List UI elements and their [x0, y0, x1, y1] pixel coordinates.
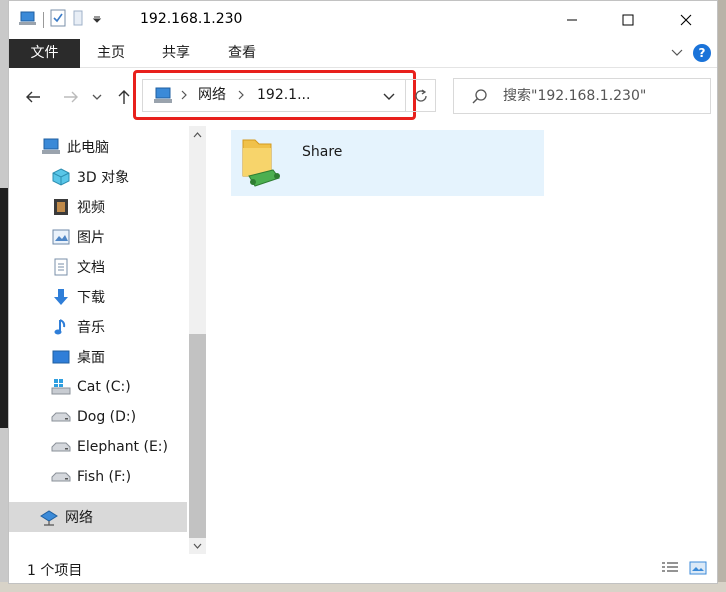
- download-icon: [51, 287, 71, 307]
- navigation-pane: 此电脑 3D 对象 视频 图片 文档 下载 音乐 桌面 Cat (C:) Dog…: [9, 126, 189, 554]
- sidebar-item-label: 桌面: [77, 350, 105, 366]
- explorer-window: 192.168.1.230 文件 主页 共享 查看 ? 网络 192.1... …: [8, 0, 718, 584]
- sidebar-item-downloads[interactable]: 下载: [9, 282, 187, 312]
- sidebar-item-label: 图片: [77, 230, 105, 246]
- up-arrow-icon: [118, 90, 130, 104]
- refresh-icon: [414, 88, 427, 102]
- sidebar-item-drive-d[interactable]: Dog (D:): [9, 402, 187, 432]
- document-icon: [51, 257, 71, 277]
- item-count: 1 个项目: [27, 563, 83, 579]
- scroll-down-arrow-icon[interactable]: [189, 537, 206, 554]
- shared-folder-icon: [239, 136, 285, 194]
- sidebar-item-documents[interactable]: 文档: [9, 252, 187, 282]
- sidebar-item-label: 视频: [77, 200, 105, 216]
- close-icon: [680, 14, 692, 26]
- details-view-icon: [662, 562, 678, 572]
- search-box[interactable]: 搜索"192.168.1.230": [453, 78, 711, 114]
- window-title: 192.168.1.230: [140, 11, 243, 27]
- sidebar-item-pictures[interactable]: 图片: [9, 222, 187, 252]
- sidebar-item-label: Elephant (E:): [77, 439, 168, 455]
- sidebar-item-label: 音乐: [77, 320, 105, 336]
- folder-name: Share: [302, 144, 343, 160]
- tab-file[interactable]: 文件: [9, 39, 80, 68]
- chevron-down-icon: [92, 94, 102, 100]
- search-icon: [472, 88, 488, 108]
- video-icon: [51, 197, 71, 217]
- maximize-button[interactable]: [605, 1, 651, 39]
- properties-icon[interactable]: [50, 9, 66, 31]
- drive-icon: [51, 407, 71, 427]
- tab-view[interactable]: 查看: [216, 39, 268, 68]
- sidebar-item-network[interactable]: 网络: [9, 502, 187, 532]
- close-button[interactable]: [663, 1, 709, 39]
- large-icons-view-icon: [689, 561, 707, 575]
- pictures-icon: [51, 227, 71, 247]
- sidebar-item-drive-f[interactable]: Fish (F:): [9, 462, 187, 492]
- tab-home[interactable]: 主页: [85, 39, 137, 68]
- maximize-icon: [622, 14, 634, 26]
- sidebar-item-label: 3D 对象: [77, 170, 130, 186]
- status-bar: 1 个项目: [9, 554, 717, 583]
- recent-locations-button[interactable]: [89, 85, 105, 109]
- file-list: Share: [206, 126, 717, 554]
- refresh-button[interactable]: [406, 79, 436, 112]
- scrollbar-thumb[interactable]: [189, 334, 206, 538]
- sidebar-item-desktop[interactable]: 桌面: [9, 342, 187, 372]
- computer-icon: [41, 137, 61, 157]
- sidebar-item-label: Cat (C:): [77, 379, 131, 395]
- up-button[interactable]: [115, 85, 133, 109]
- sidebar-item-videos[interactable]: 视频: [9, 192, 187, 222]
- desktop-icon: [51, 347, 71, 367]
- windows-drive-icon: [51, 377, 71, 397]
- navigation-pane-scrollbar[interactable]: [189, 126, 206, 554]
- music-icon: [51, 317, 71, 337]
- window-icon[interactable]: [19, 10, 37, 30]
- ribbon-tabs: 文件 主页 共享 查看 ?: [9, 39, 717, 68]
- list-item[interactable]: Share: [231, 130, 544, 196]
- sidebar-item-label: 文档: [77, 260, 105, 276]
- minimize-button[interactable]: [549, 1, 595, 39]
- quick-access-toolbar: [19, 9, 102, 31]
- drive-icon: [51, 437, 71, 457]
- back-button[interactable]: [21, 85, 45, 109]
- new-folder-icon[interactable]: [72, 9, 86, 31]
- cube-icon: [51, 167, 71, 187]
- title-bar: 192.168.1.230: [9, 1, 717, 39]
- drive-icon: [51, 467, 71, 487]
- sidebar-item-label: Fish (F:): [77, 469, 132, 485]
- sidebar-item-label: 此电脑: [67, 140, 109, 156]
- sidebar-item-label: 下载: [77, 290, 105, 306]
- network-icon: [39, 507, 59, 527]
- forward-arrow-icon: [64, 91, 78, 103]
- sidebar-item-drive-c[interactable]: Cat (C:): [9, 372, 187, 402]
- sidebar-item-3d-objects[interactable]: 3D 对象: [9, 162, 187, 192]
- address-highlight-box: [133, 70, 416, 120]
- ribbon-controls: ?: [671, 44, 711, 62]
- tab-share[interactable]: 共享: [150, 39, 202, 68]
- toolbar-separator: [43, 12, 44, 28]
- help-button[interactable]: ?: [693, 44, 711, 62]
- sidebar-item-label: Dog (D:): [77, 409, 137, 425]
- sidebar-item-music[interactable]: 音乐: [9, 312, 187, 342]
- large-icons-view-button[interactable]: [687, 558, 709, 578]
- back-arrow-icon: [26, 91, 40, 103]
- minimize-icon: [567, 19, 577, 21]
- scroll-up-arrow-icon[interactable]: [189, 126, 206, 143]
- sidebar-item-label: 网络: [65, 510, 93, 526]
- details-view-button[interactable]: [659, 558, 681, 578]
- customize-qat-chevron-icon[interactable]: [92, 13, 102, 28]
- search-placeholder: 搜索"192.168.1.230": [503, 88, 647, 104]
- expand-ribbon-chevron-icon[interactable]: [671, 46, 683, 61]
- sidebar-item-drive-e[interactable]: Elephant (E:): [9, 432, 187, 462]
- navigation-bar: 网络 192.1... 搜索"192.168.1.230": [9, 68, 717, 126]
- sidebar-item-this-pc[interactable]: 此电脑: [9, 132, 187, 162]
- forward-button[interactable]: [59, 85, 83, 109]
